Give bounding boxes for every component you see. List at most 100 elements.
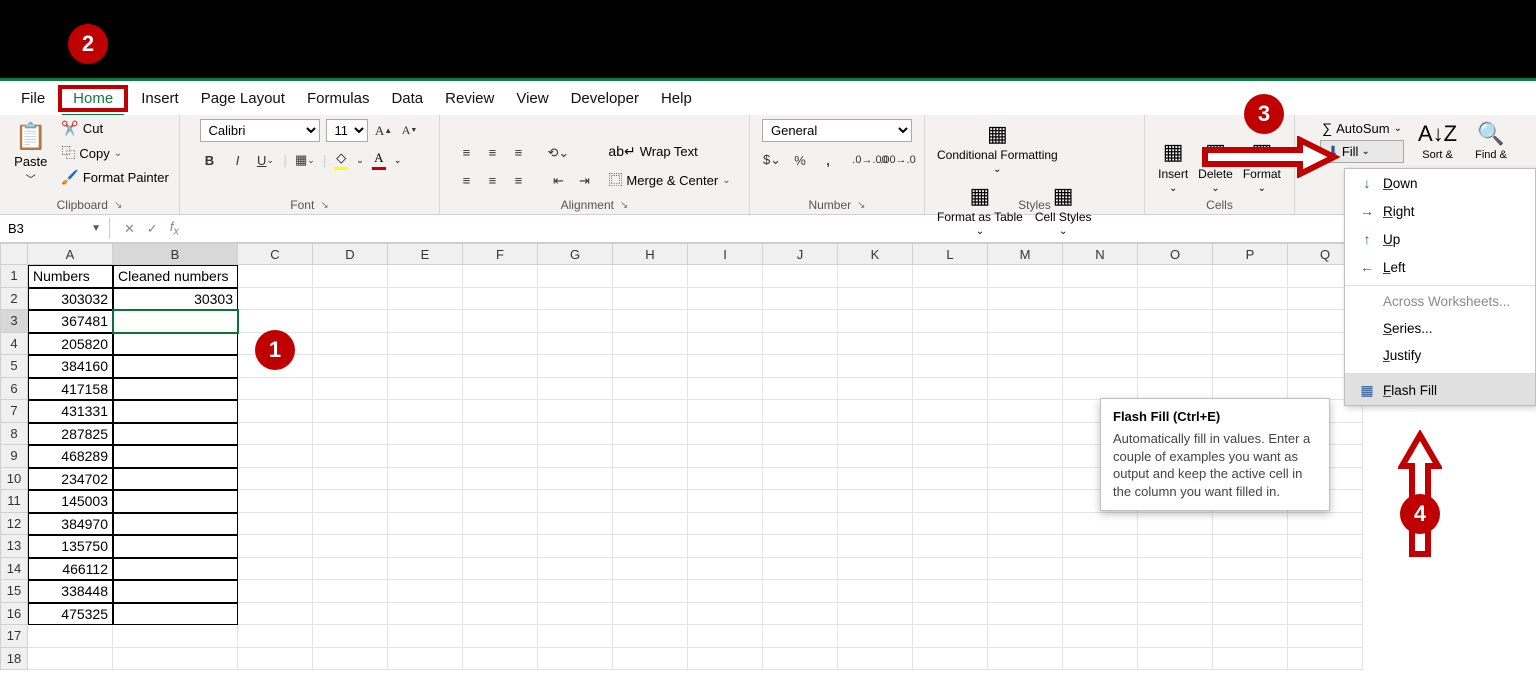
col-header-O[interactable]: O xyxy=(1138,243,1213,265)
cell-E9[interactable] xyxy=(388,445,463,468)
cell-B2[interactable]: 30303 xyxy=(113,288,238,311)
cell-A4[interactable]: 205820 xyxy=(28,333,113,356)
cell-E7[interactable] xyxy=(388,400,463,423)
cell-H7[interactable] xyxy=(613,400,688,423)
cell-A3[interactable]: 367481 xyxy=(28,310,113,333)
cell-C18[interactable] xyxy=(238,648,313,671)
cell-A15[interactable]: 338448 xyxy=(28,580,113,603)
cell-M9[interactable] xyxy=(988,445,1063,468)
cell-A12[interactable]: 384970 xyxy=(28,513,113,536)
cell-G17[interactable] xyxy=(538,625,613,648)
cell-D6[interactable] xyxy=(313,378,388,401)
cell-N15[interactable] xyxy=(1063,580,1138,603)
cell-H17[interactable] xyxy=(613,625,688,648)
cell-A10[interactable]: 234702 xyxy=(28,468,113,491)
cell-P17[interactable] xyxy=(1213,625,1288,648)
cell-I7[interactable] xyxy=(688,400,763,423)
cell-F18[interactable] xyxy=(463,648,538,671)
col-header-E[interactable]: E xyxy=(388,243,463,265)
cell-B6[interactable] xyxy=(113,378,238,401)
cell-K11[interactable] xyxy=(838,490,913,513)
row-header-7[interactable]: 7 xyxy=(0,400,28,423)
cell-I4[interactable] xyxy=(688,333,763,356)
cell-K15[interactable] xyxy=(838,580,913,603)
cell-H6[interactable] xyxy=(613,378,688,401)
cell-L12[interactable] xyxy=(913,513,988,536)
cell-G1[interactable] xyxy=(538,265,613,288)
cell-O12[interactable] xyxy=(1138,513,1213,536)
cell-A16[interactable]: 475325 xyxy=(28,603,113,626)
cell-J17[interactable] xyxy=(763,625,838,648)
cell-H14[interactable] xyxy=(613,558,688,581)
cell-B17[interactable] xyxy=(113,625,238,648)
cell-G11[interactable] xyxy=(538,490,613,513)
cell-K8[interactable] xyxy=(838,423,913,446)
cell-L3[interactable] xyxy=(913,310,988,333)
cell-H2[interactable] xyxy=(613,288,688,311)
cell-M11[interactable] xyxy=(988,490,1063,513)
cell-G13[interactable] xyxy=(538,535,613,558)
cell-K6[interactable] xyxy=(838,378,913,401)
cell-C16[interactable] xyxy=(238,603,313,626)
cell-M4[interactable] xyxy=(988,333,1063,356)
cell-K3[interactable] xyxy=(838,310,913,333)
cell-H5[interactable] xyxy=(613,355,688,378)
cell-F3[interactable] xyxy=(463,310,538,333)
align-center-icon[interactable]: ≡ xyxy=(482,171,502,191)
cell-N5[interactable] xyxy=(1063,355,1138,378)
col-header-H[interactable]: H xyxy=(613,243,688,265)
cell-O13[interactable] xyxy=(1138,535,1213,558)
col-header-A[interactable]: A xyxy=(28,243,113,265)
name-box[interactable]: B3▼ xyxy=(0,218,110,239)
cell-I15[interactable] xyxy=(688,580,763,603)
cell-F12[interactable] xyxy=(463,513,538,536)
cell-K4[interactable] xyxy=(838,333,913,356)
cell-Q12[interactable] xyxy=(1288,513,1363,536)
cell-O5[interactable] xyxy=(1138,355,1213,378)
cell-M15[interactable] xyxy=(988,580,1063,603)
cell-P14[interactable] xyxy=(1213,558,1288,581)
fill-series-item[interactable]: Series... xyxy=(1345,315,1535,342)
cell-K10[interactable] xyxy=(838,468,913,491)
decrease-font-icon[interactable]: A▼ xyxy=(400,121,420,141)
cell-I5[interactable] xyxy=(688,355,763,378)
cell-D16[interactable] xyxy=(313,603,388,626)
cell-L5[interactable] xyxy=(913,355,988,378)
col-header-G[interactable]: G xyxy=(538,243,613,265)
cell-E2[interactable] xyxy=(388,288,463,311)
cell-I2[interactable] xyxy=(688,288,763,311)
align-middle-icon[interactable]: ≡ xyxy=(482,143,502,163)
cell-B15[interactable] xyxy=(113,580,238,603)
cell-G5[interactable] xyxy=(538,355,613,378)
cell-L9[interactable] xyxy=(913,445,988,468)
cell-D3[interactable] xyxy=(313,310,388,333)
cell-C6[interactable] xyxy=(238,378,313,401)
align-right-icon[interactable]: ≡ xyxy=(508,171,528,191)
cell-O18[interactable] xyxy=(1138,648,1213,671)
cell-F1[interactable] xyxy=(463,265,538,288)
row-header-12[interactable]: 12 xyxy=(0,513,28,536)
cell-M16[interactable] xyxy=(988,603,1063,626)
cell-P3[interactable] xyxy=(1213,310,1288,333)
enter-formula-icon[interactable]: ✓ xyxy=(147,221,158,237)
tab-home[interactable]: Home xyxy=(62,83,124,117)
cell-D15[interactable] xyxy=(313,580,388,603)
font-size-select[interactable]: 11 xyxy=(326,119,368,142)
cell-Q14[interactable] xyxy=(1288,558,1363,581)
cell-E18[interactable] xyxy=(388,648,463,671)
col-header-L[interactable]: L xyxy=(913,243,988,265)
cell-O16[interactable] xyxy=(1138,603,1213,626)
cell-I18[interactable] xyxy=(688,648,763,671)
cell-I12[interactable] xyxy=(688,513,763,536)
row-header-6[interactable]: 6 xyxy=(0,378,28,401)
comma-format-icon[interactable]: , xyxy=(818,150,838,170)
cell-M5[interactable] xyxy=(988,355,1063,378)
cell-Q16[interactable] xyxy=(1288,603,1363,626)
cell-Q15[interactable] xyxy=(1288,580,1363,603)
fill-right-item[interactable]: →Right xyxy=(1345,197,1535,225)
cell-E10[interactable] xyxy=(388,468,463,491)
autosum-button[interactable]: ∑AutoSum ⌄ xyxy=(1320,119,1404,137)
cell-E14[interactable] xyxy=(388,558,463,581)
tab-file[interactable]: File xyxy=(10,83,56,114)
cell-B13[interactable] xyxy=(113,535,238,558)
